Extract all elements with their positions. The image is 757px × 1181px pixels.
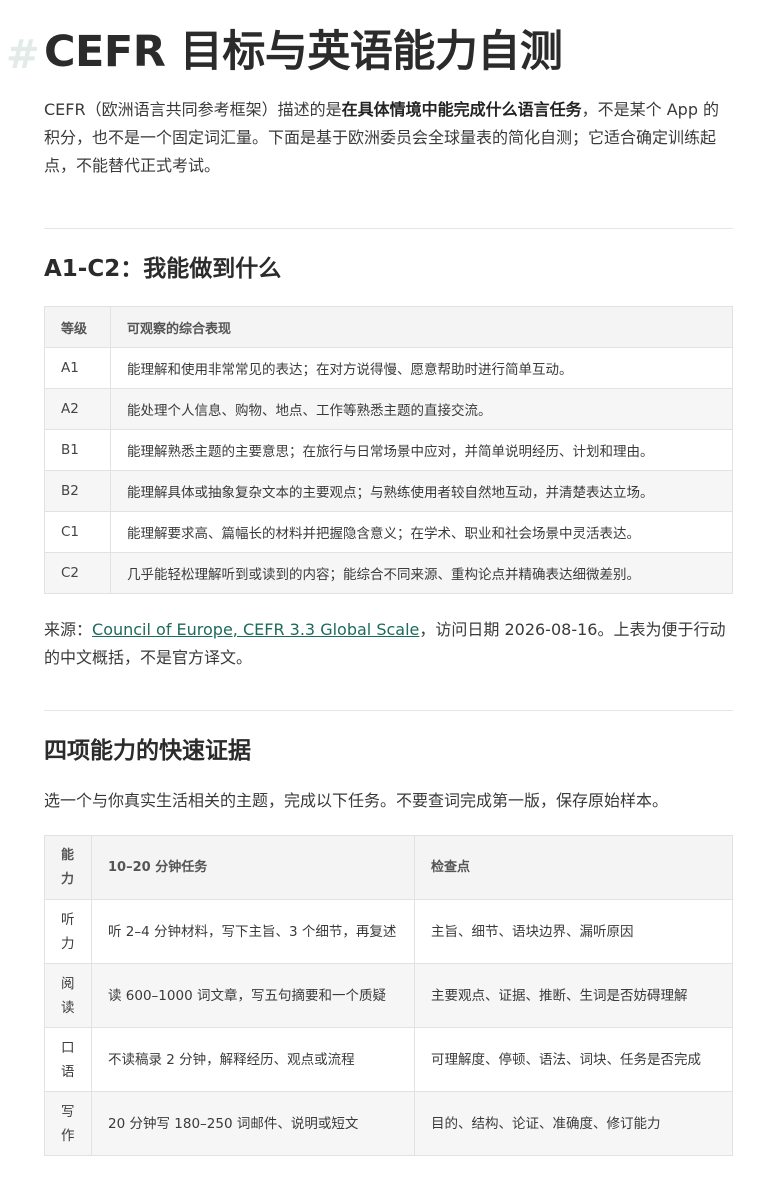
- column-header-description: 可观察的综合表现: [110, 306, 733, 348]
- checkpoint-cell: 主要观点、证据、推断、生词是否妨碍理解: [414, 963, 733, 1028]
- table-row: C1 能理解要求高、篇幅长的材料并把握隐含意义；在学术、职业和社会场景中灵活表达…: [44, 511, 733, 553]
- source-prefix: 来源：: [44, 620, 93, 639]
- section-heading-evidence: 四项能力的快速证据: [44, 738, 251, 764]
- skill-cell: 听力: [44, 899, 92, 964]
- section-intro: 选一个与你真实生活相关的主题，完成以下任务。不要查词完成第一版，保存原始样本。: [44, 791, 669, 810]
- checkpoint-cell: 可理解度、停顿、语法、词块、任务是否完成: [414, 1027, 733, 1092]
- checkpoint-cell: 主旨、细节、语块边界、漏听原因: [414, 899, 733, 964]
- description-cell: 能理解熟悉主题的主要意思；在旅行与日常场景中应对，并简单说明经历、计划和理由。: [110, 429, 733, 471]
- skill-cell: 阅读: [44, 963, 92, 1028]
- table-row: B1 能理解熟悉主题的主要意思；在旅行与日常场景中应对，并简单说明经历、计划和理…: [44, 429, 733, 471]
- table-row: 阅读 读 600–1000 词文章，写五句摘要和一个质疑 主要观点、证据、推断、…: [44, 963, 733, 1028]
- description-cell: 能处理个人信息、购物、地点、工作等熟悉主题的直接交流。: [110, 388, 733, 430]
- description-cell: 几乎能轻松理解听到或读到的内容；能综合不同来源、重构论点并精确表达细微差别。: [110, 552, 733, 594]
- intro-text-1: CEFR（欧洲语言共同参考框架）描述的是: [44, 100, 342, 119]
- description-cell: 能理解和使用非常常见的表达；在对方说得慢、愿意帮助时进行简单互动。: [110, 347, 733, 389]
- table-row: 口语 不读稿录 2 分钟，解释经历、观点或流程 可理解度、停顿、语法、词块、任务…: [44, 1027, 733, 1092]
- level-cell: C2: [44, 552, 111, 594]
- column-header-level: 等级: [44, 306, 111, 348]
- checkpoint-cell: 目的、结构、论证、准确度、修订能力: [414, 1091, 733, 1156]
- page-title: CEFR 目标与英语能力自测: [44, 27, 563, 77]
- task-cell: 读 600–1000 词文章，写五句摘要和一个质疑: [91, 963, 415, 1028]
- description-cell: 能理解要求高、篇幅长的材料并把握隐含意义；在学术、职业和社会场景中灵活表达。: [110, 511, 733, 553]
- source-link[interactable]: Council of Europe, CEFR 3.3 Global Scale: [92, 620, 419, 639]
- level-cell: C1: [44, 511, 111, 553]
- table-header-row: 能力 10–20 分钟任务 检查点: [44, 835, 733, 900]
- cefr-levels-table: 等级 可观察的综合表现 A1 能理解和使用非常常见的表达；在对方说得慢、愿意帮助…: [44, 306, 733, 594]
- table-row: 听力 听 2–4 分钟材料，写下主旨、3 个细节，再复述 主旨、细节、语块边界、…: [44, 899, 733, 964]
- column-header-checkpoints: 检查点: [414, 835, 733, 900]
- level-cell: A2: [44, 388, 111, 430]
- divider: [44, 228, 733, 229]
- skills-evidence-table: 能力 10–20 分钟任务 检查点 听力 听 2–4 分钟材料，写下主旨、3 个…: [44, 835, 733, 1156]
- description-cell: 能理解具体或抽象复杂文本的主要观点；与熟练使用者较自然地互动，并清楚表达立场。: [110, 470, 733, 512]
- column-header-task: 10–20 分钟任务: [91, 835, 415, 900]
- level-cell: A1: [44, 347, 111, 389]
- document: # CEFR 目标与英语能力自测 CEFR（欧洲语言共同参考框架）描述的是在具体…: [6, 0, 733, 1156]
- task-cell: 20 分钟写 180–250 词邮件、说明或短文: [91, 1091, 415, 1156]
- intro-paragraph: CEFR（欧洲语言共同参考框架）描述的是在具体情境中能完成什么语言任务，不是某个…: [44, 96, 733, 180]
- table-row: 写作 20 分钟写 180–250 词邮件、说明或短文 目的、结构、论证、准确度…: [44, 1091, 733, 1156]
- table-header-row: 等级 可观察的综合表现: [44, 306, 733, 348]
- source-note: 来源：Council of Europe, CEFR 3.3 Global Sc…: [44, 616, 733, 672]
- column-header-skill: 能力: [44, 835, 92, 900]
- task-cell: 不读稿录 2 分钟，解释经历、观点或流程: [91, 1027, 415, 1092]
- table-row: B2 能理解具体或抽象复杂文本的主要观点；与熟练使用者较自然地互动，并清楚表达立…: [44, 470, 733, 512]
- heading-anchor-icon[interactable]: #: [6, 32, 40, 78]
- intro-emphasis: 在具体情境中能完成什么语言任务: [341, 100, 582, 119]
- table-row: C2 几乎能轻松理解听到或读到的内容；能综合不同来源、重构论点并精确表达细微差别…: [44, 552, 733, 594]
- level-cell: B2: [44, 470, 111, 512]
- divider: [44, 710, 733, 711]
- skill-cell: 写作: [44, 1091, 92, 1156]
- section-heading-levels: A1-C2：我能做到什么: [44, 256, 282, 282]
- task-cell: 听 2–4 分钟材料，写下主旨、3 个细节，再复述: [91, 899, 415, 964]
- skill-cell: 口语: [44, 1027, 92, 1092]
- table-row: A1 能理解和使用非常常见的表达；在对方说得慢、愿意帮助时进行简单互动。: [44, 347, 733, 389]
- table-row: A2 能处理个人信息、购物、地点、工作等熟悉主题的直接交流。: [44, 388, 733, 430]
- level-cell: B1: [44, 429, 111, 471]
